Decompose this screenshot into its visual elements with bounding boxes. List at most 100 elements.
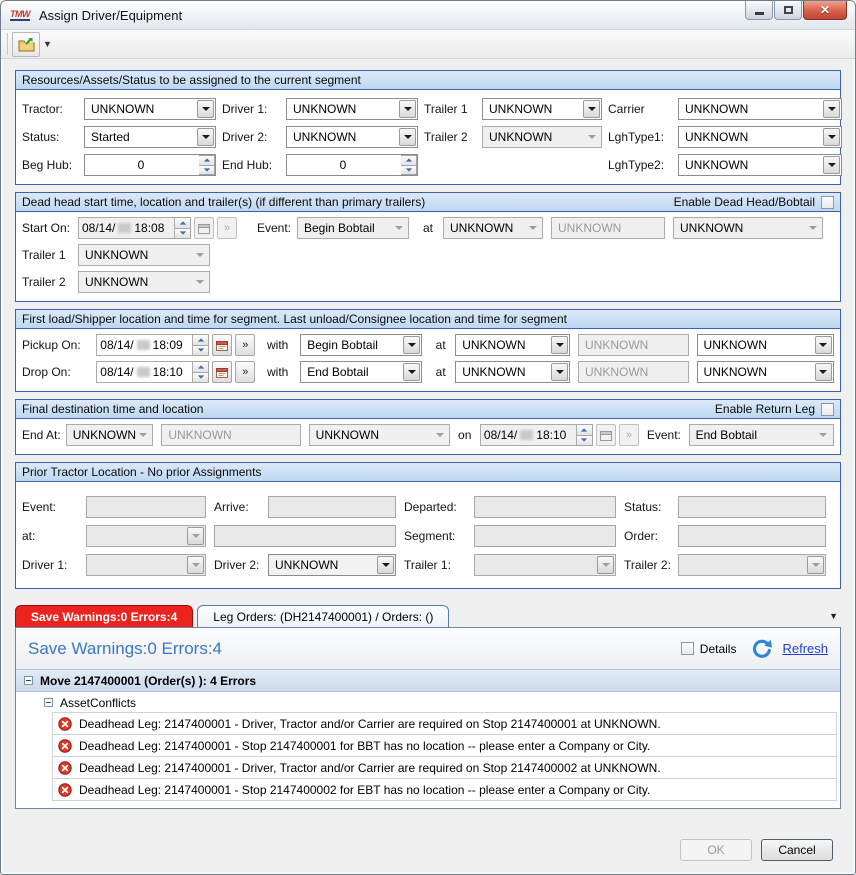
refresh-icon[interactable]	[750, 638, 774, 660]
driver2-dropdown-arrow-icon[interactable]	[399, 128, 416, 146]
drop-city-arrow-icon[interactable]	[815, 363, 832, 381]
lghtype2-label: LghType2:	[608, 158, 672, 172]
end-hub-spinner[interactable]	[401, 155, 417, 175]
assign-toolbar-button[interactable]	[12, 32, 40, 57]
prior-driver2-label: Driver 2:	[214, 558, 260, 572]
drop-city-value: UNKNOWN	[704, 365, 767, 379]
lghtype2-combobox[interactable]: UNKNOWN	[678, 154, 842, 176]
deadhead-trailer2-value: UNKNOWN	[85, 275, 148, 289]
tab-leg-orders[interactable]: Leg Orders: (DH2147400001) / Orders: ()	[197, 605, 449, 627]
drop-on-spinner[interactable]	[193, 361, 209, 383]
drop-location-combobox[interactable]: UNKNOWN	[455, 361, 570, 383]
tab-save-warnings[interactable]: Save Warnings:0 Errors:4	[15, 605, 193, 627]
prior-at-name-field	[214, 525, 396, 547]
driver1-dropdown-arrow-icon[interactable]	[399, 100, 416, 118]
prior-departed-field	[474, 496, 616, 518]
tractor-combobox[interactable]: UNKNOWN	[84, 98, 216, 120]
pickup-location-arrow-icon[interactable]	[551, 336, 568, 354]
move-header-text: Move 2147400001 (Order(s) ): 4 Errors	[40, 674, 256, 688]
lghtype1-value: UNKNOWN	[685, 130, 748, 144]
minimize-button[interactable]	[745, 1, 773, 20]
start-on-calendar-button	[194, 217, 214, 239]
carrier-dropdown-arrow-icon[interactable]	[823, 100, 840, 118]
start-on-expand-button: »	[217, 217, 237, 239]
drop-expand-button[interactable]: »	[235, 361, 255, 383]
trailer2-dropdown-arrow-icon	[583, 128, 600, 146]
enable-deadhead-checkbox[interactable]	[821, 196, 834, 209]
pickup-event-arrow-icon[interactable]	[403, 336, 420, 354]
close-button[interactable]: ✕	[803, 1, 847, 20]
drop-event-arrow-icon[interactable]	[403, 363, 420, 381]
start-on-text: 08/14/18:08	[78, 217, 175, 239]
window-title: Assign Driver/Equipment	[39, 8, 182, 23]
error-row[interactable]: Deadhead Leg: 2147400001 - Stop 21474000…	[52, 778, 837, 801]
pickup-on-datetime[interactable]: 08/14/18:09 »	[96, 334, 255, 356]
tree-move-row[interactable]: Move 2147400001 (Order(s) ): 4 Errors	[16, 670, 840, 692]
maximize-button[interactable]	[774, 1, 802, 20]
pickup-on-time: 18:09	[153, 338, 183, 352]
toolbar-dropdown-caret-icon[interactable]: ▼	[43, 39, 52, 49]
prior-trailer2-arrow-icon	[807, 556, 824, 574]
drop-city-combobox[interactable]: UNKNOWN	[697, 361, 834, 383]
drop-on-text[interactable]: 08/14/18:10	[96, 361, 193, 383]
final-expand-button: »	[619, 424, 639, 446]
pickup-on-text[interactable]: 08/14/18:09	[96, 334, 193, 356]
tree-group-row[interactable]: AssetConflicts	[16, 692, 840, 713]
driver2-label: Driver 2:	[222, 130, 280, 144]
carrier-label: Carrier	[608, 102, 672, 116]
refresh-link[interactable]: Refresh	[782, 641, 828, 656]
pickup-on-spinner[interactable]	[193, 334, 209, 356]
beg-hub-spinner[interactable]	[199, 155, 215, 175]
prior-driver1-combobox	[86, 554, 206, 576]
drop-calendar-button[interactable]	[212, 361, 232, 383]
driver2-combobox[interactable]: UNKNOWN	[286, 126, 418, 148]
end-hub-stepper[interactable]: 0	[286, 154, 418, 176]
carrier-combobox[interactable]: UNKNOWN	[678, 98, 842, 120]
start-on-time: 18:08	[134, 221, 164, 235]
prior-driver2-arrow-icon[interactable]	[377, 556, 394, 574]
pickup-city-combobox[interactable]: UNKNOWN	[697, 334, 834, 356]
prior-driver2-combobox[interactable]: UNKNOWN	[268, 554, 396, 576]
drop-location-arrow-icon[interactable]	[551, 363, 568, 381]
start-on-datetime: 08/14/18:08 »	[78, 217, 237, 239]
error-row[interactable]: Deadhead Leg: 2147400001 - Stop 21474000…	[52, 734, 837, 757]
tractor-dropdown-arrow-icon[interactable]	[197, 100, 214, 118]
prior-at-label: at:	[22, 529, 78, 543]
error-row[interactable]: Deadhead Leg: 2147400001 - Driver, Tract…	[52, 712, 837, 735]
error-icon	[58, 739, 72, 753]
ok-button: OK	[680, 839, 752, 861]
status-combobox[interactable]: Started	[84, 126, 216, 148]
section-final: Final destination time and location Enab…	[15, 399, 841, 455]
lghtype1-combobox[interactable]: UNKNOWN	[678, 126, 842, 148]
prior-trailer2-label: Trailer 2:	[624, 558, 670, 572]
cancel-button[interactable]: Cancel	[761, 839, 833, 861]
pickup-calendar-button[interactable]	[212, 334, 232, 356]
lghtype2-dropdown-arrow-icon[interactable]	[823, 156, 840, 174]
section-deadhead: Dead head start time, location and trail…	[15, 192, 841, 302]
collapse-minus-icon[interactable]	[44, 698, 53, 707]
trailer1-dropdown-arrow-icon[interactable]	[583, 100, 600, 118]
lghtype1-dropdown-arrow-icon[interactable]	[823, 128, 840, 146]
final-datetime-spinner	[577, 424, 593, 446]
tab-list-chevron-down-icon[interactable]: ▼	[829, 611, 838, 621]
error-row[interactable]: Deadhead Leg: 2147400001 - Driver, Tract…	[52, 756, 837, 779]
beg-hub-stepper[interactable]: 0	[84, 154, 216, 176]
deadhead-at-city-combobox: UNKNOWN	[673, 217, 823, 239]
drop-at-label: at	[436, 365, 456, 379]
driver1-combobox[interactable]: UNKNOWN	[286, 98, 418, 120]
status-dropdown-arrow-icon[interactable]	[197, 128, 214, 146]
details-checkbox[interactable]	[681, 642, 694, 655]
trailer1-combobox[interactable]: UNKNOWN	[482, 98, 602, 120]
collapse-minus-icon[interactable]	[24, 676, 33, 685]
details-label: Details	[700, 642, 737, 656]
pickup-event-combobox[interactable]: Begin Bobtail	[300, 334, 422, 356]
pickup-location-combobox[interactable]: UNKNOWN	[455, 334, 570, 356]
deadhead-event-combobox: Begin Bobtail	[297, 217, 409, 239]
pickup-city-arrow-icon[interactable]	[815, 336, 832, 354]
drop-on-datetime[interactable]: 08/14/18:10 »	[96, 361, 255, 383]
enable-return-leg-checkbox[interactable]	[821, 403, 834, 416]
drop-event-combobox[interactable]: End Bobtail	[300, 361, 422, 383]
tab-strip: Save Warnings:0 Errors:4 Leg Orders: (DH…	[15, 605, 841, 627]
pickup-expand-button[interactable]: »	[235, 334, 255, 356]
pickup-at-label: at	[436, 338, 456, 352]
